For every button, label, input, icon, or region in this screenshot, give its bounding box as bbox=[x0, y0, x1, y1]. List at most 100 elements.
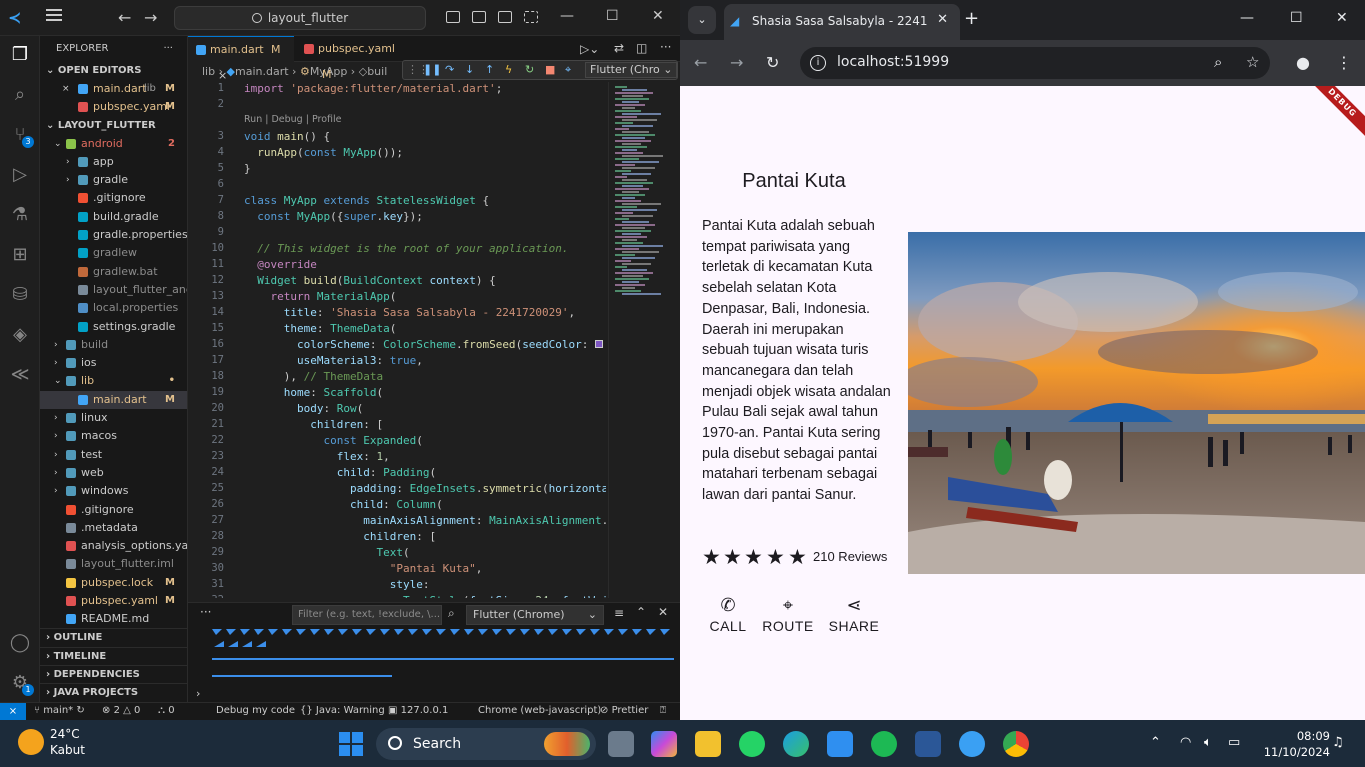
back-button[interactable]: ← bbox=[694, 53, 707, 72]
host-status[interactable]: ▣ 127.0.0.1 bbox=[388, 705, 448, 716]
panel-list-icon[interactable]: ≡ bbox=[614, 606, 624, 620]
more-actions-icon[interactable]: ··· bbox=[163, 36, 173, 62]
chevron-right-icon[interactable]: › bbox=[54, 336, 58, 354]
tree-item[interactable]: layout_flutter_and... bbox=[40, 281, 187, 299]
tree-item[interactable]: main.dart M bbox=[40, 390, 187, 410]
project-section[interactable]: ⌄ LAYOUT_FLUTTER bbox=[40, 117, 187, 135]
chrome-minimize-icon[interactable]: — bbox=[1240, 10, 1254, 26]
toggle-panel-icon[interactable] bbox=[472, 11, 486, 23]
tree-item[interactable]: gradle.properties bbox=[40, 226, 187, 244]
clock[interactable]: 08:09 11/10/2024 bbox=[1254, 728, 1330, 760]
search-view-icon[interactable]: ⌕ bbox=[9, 84, 31, 106]
devtools-icon[interactable]: ⌖ bbox=[565, 63, 571, 77]
customize-layout-icon[interactable] bbox=[524, 11, 538, 23]
debug-target-select[interactable]: Flutter (Chro ⌄ bbox=[585, 62, 677, 78]
chevron-right-icon[interactable]: › bbox=[54, 427, 58, 445]
chevron-down-icon[interactable]: ⌄ bbox=[54, 135, 62, 153]
account-icon[interactable]: ◯ bbox=[9, 632, 31, 654]
tree-item[interactable]: .gitignore bbox=[40, 189, 187, 207]
chevron-right-icon[interactable]: › bbox=[66, 153, 70, 171]
tree-item[interactable]: › app bbox=[40, 153, 187, 171]
outline-section[interactable]: › OUTLINE bbox=[40, 628, 187, 646]
call-action[interactable]: ✆ CALL bbox=[698, 594, 758, 634]
tree-item[interactable]: .metadata bbox=[40, 519, 187, 537]
tree-item[interactable]: › linux bbox=[40, 409, 187, 427]
open-changes-icon[interactable]: ⇄ bbox=[614, 41, 624, 55]
volume-mute-icon[interactable]: 🔈︎ bbox=[1204, 735, 1212, 750]
tree-item[interactable]: local.properties bbox=[40, 299, 187, 317]
restart-icon[interactable]: ↻ bbox=[525, 63, 534, 76]
flutter-icon[interactable]: ≪ bbox=[9, 364, 31, 386]
editor-more-icon[interactable]: ··· bbox=[660, 40, 671, 54]
share-action[interactable]: ⋖ SHARE bbox=[824, 594, 884, 634]
tree-item[interactable]: settings.gradle bbox=[40, 318, 187, 336]
open-editor-item[interactable]: pubspec.yaml M bbox=[40, 98, 187, 116]
tree-item[interactable]: › ios bbox=[40, 354, 187, 372]
database-icon[interactable]: ⛁ bbox=[9, 284, 31, 306]
notifications-icon[interactable]: ⍰ bbox=[660, 705, 666, 716]
copilot-icon[interactable] bbox=[651, 731, 677, 757]
run-debug-icon[interactable]: ▷ bbox=[9, 164, 31, 186]
tree-item[interactable]: ⌄ lib • bbox=[40, 372, 187, 390]
flutter-taskbar-icon[interactable] bbox=[959, 731, 985, 757]
zoom-icon[interactable]: ⌕ bbox=[1214, 53, 1222, 71]
explorer-icon[interactable]: ❐ bbox=[9, 44, 31, 66]
ports-status[interactable]: ⛬ 0 bbox=[158, 705, 175, 716]
breadcrumb-file[interactable]: main.dart bbox=[235, 65, 289, 78]
java-status[interactable]: {} Java: Warning bbox=[300, 705, 385, 716]
forward-button[interactable]: → bbox=[730, 53, 743, 72]
tree-item[interactable]: analysis_options.ya... bbox=[40, 537, 187, 555]
taskbar-search[interactable]: Search bbox=[376, 728, 596, 760]
close-tab-icon[interactable]: ✕ bbox=[937, 12, 948, 27]
problems-status[interactable]: ⊗ 2 △ 0 bbox=[102, 705, 140, 716]
stop-icon[interactable]: ■ bbox=[545, 63, 555, 76]
new-tab-button[interactable]: + bbox=[964, 8, 979, 29]
tree-item[interactable]: › test bbox=[40, 446, 187, 464]
whatsapp-icon[interactable] bbox=[739, 731, 765, 757]
run-icon[interactable]: ▷⌄ bbox=[580, 42, 599, 56]
dependencies-section[interactable]: › DEPENDENCIES bbox=[40, 665, 187, 683]
back-arrow-icon[interactable]: ← bbox=[118, 8, 131, 27]
profile-avatar-icon[interactable]: ● bbox=[1296, 53, 1310, 72]
debug-status[interactable]: Debug my code bbox=[216, 705, 295, 716]
forward-arrow-icon[interactable]: → bbox=[144, 8, 157, 27]
chrome-close-icon[interactable]: ✕ bbox=[1336, 10, 1348, 26]
chevron-right-icon[interactable]: › bbox=[66, 171, 70, 189]
panel-more-icon[interactable]: ··· bbox=[200, 605, 211, 619]
panel-target-select[interactable]: Flutter (Chrome) ⌄ bbox=[466, 605, 604, 625]
tree-item[interactable]: pubspec.yaml M bbox=[40, 592, 187, 610]
tab-main-dart[interactable]: main.dart M × bbox=[188, 36, 294, 82]
remote-icon[interactable]: ⨯ bbox=[0, 703, 26, 721]
layers-icon[interactable]: ◈ bbox=[9, 324, 31, 346]
prettier-status[interactable]: ⊘ Prettier bbox=[600, 705, 648, 716]
site-info-icon[interactable]: i bbox=[810, 55, 826, 71]
tree-item[interactable]: › gradle bbox=[40, 171, 187, 189]
wifi-icon[interactable]: ◠ bbox=[1180, 735, 1191, 750]
step-over-icon[interactable]: ↷ bbox=[445, 63, 454, 76]
address-bar[interactable]: i localhost:51999 ⌕ ☆ bbox=[800, 47, 1270, 79]
close-icon[interactable]: ✕ bbox=[652, 8, 664, 24]
extensions-icon[interactable]: ⊞ bbox=[9, 244, 31, 266]
timeline-section[interactable]: › TIMELINE bbox=[40, 647, 187, 665]
pause-icon[interactable]: ❚❚ bbox=[423, 63, 441, 76]
tree-item[interactable]: › build bbox=[40, 336, 187, 354]
code-editor[interactable]: 1 import 'package:flutter/material.dart';… bbox=[188, 82, 606, 598]
route-action[interactable]: ⌖ ROUTE bbox=[758, 594, 818, 634]
panel-filter-input[interactable]: Filter (e.g. text, !exclude, \... bbox=[292, 605, 442, 625]
chevron-right-icon[interactable]: › bbox=[54, 354, 58, 372]
chevron-right-icon[interactable]: › bbox=[54, 446, 58, 464]
java-projects-section[interactable]: › JAVA PROJECTS bbox=[40, 683, 187, 701]
chevron-down-icon[interactable]: ⌄ bbox=[54, 372, 62, 390]
tree-item[interactable]: › windows bbox=[40, 482, 187, 500]
browser-tab[interactable]: ◢ Shasia Sasa Salsabyla - 2241720029 ✕ bbox=[724, 4, 960, 40]
tree-item[interactable]: .gitignore bbox=[40, 501, 187, 519]
chrome-taskbar-icon[interactable] bbox=[1003, 731, 1029, 757]
word-icon[interactable] bbox=[915, 731, 941, 757]
open-editor-item[interactable]: × main.dart lib M bbox=[40, 80, 187, 98]
toggle-secondary-sidebar-icon[interactable] bbox=[498, 11, 512, 23]
chevron-right-icon[interactable]: › bbox=[54, 409, 58, 427]
chevron-right-icon[interactable]: › bbox=[54, 464, 58, 482]
tree-item[interactable]: layout_flutter.iml bbox=[40, 555, 187, 573]
close-icon[interactable]: × bbox=[62, 80, 70, 98]
tree-item[interactable]: ⌄ android 2 bbox=[40, 135, 187, 153]
